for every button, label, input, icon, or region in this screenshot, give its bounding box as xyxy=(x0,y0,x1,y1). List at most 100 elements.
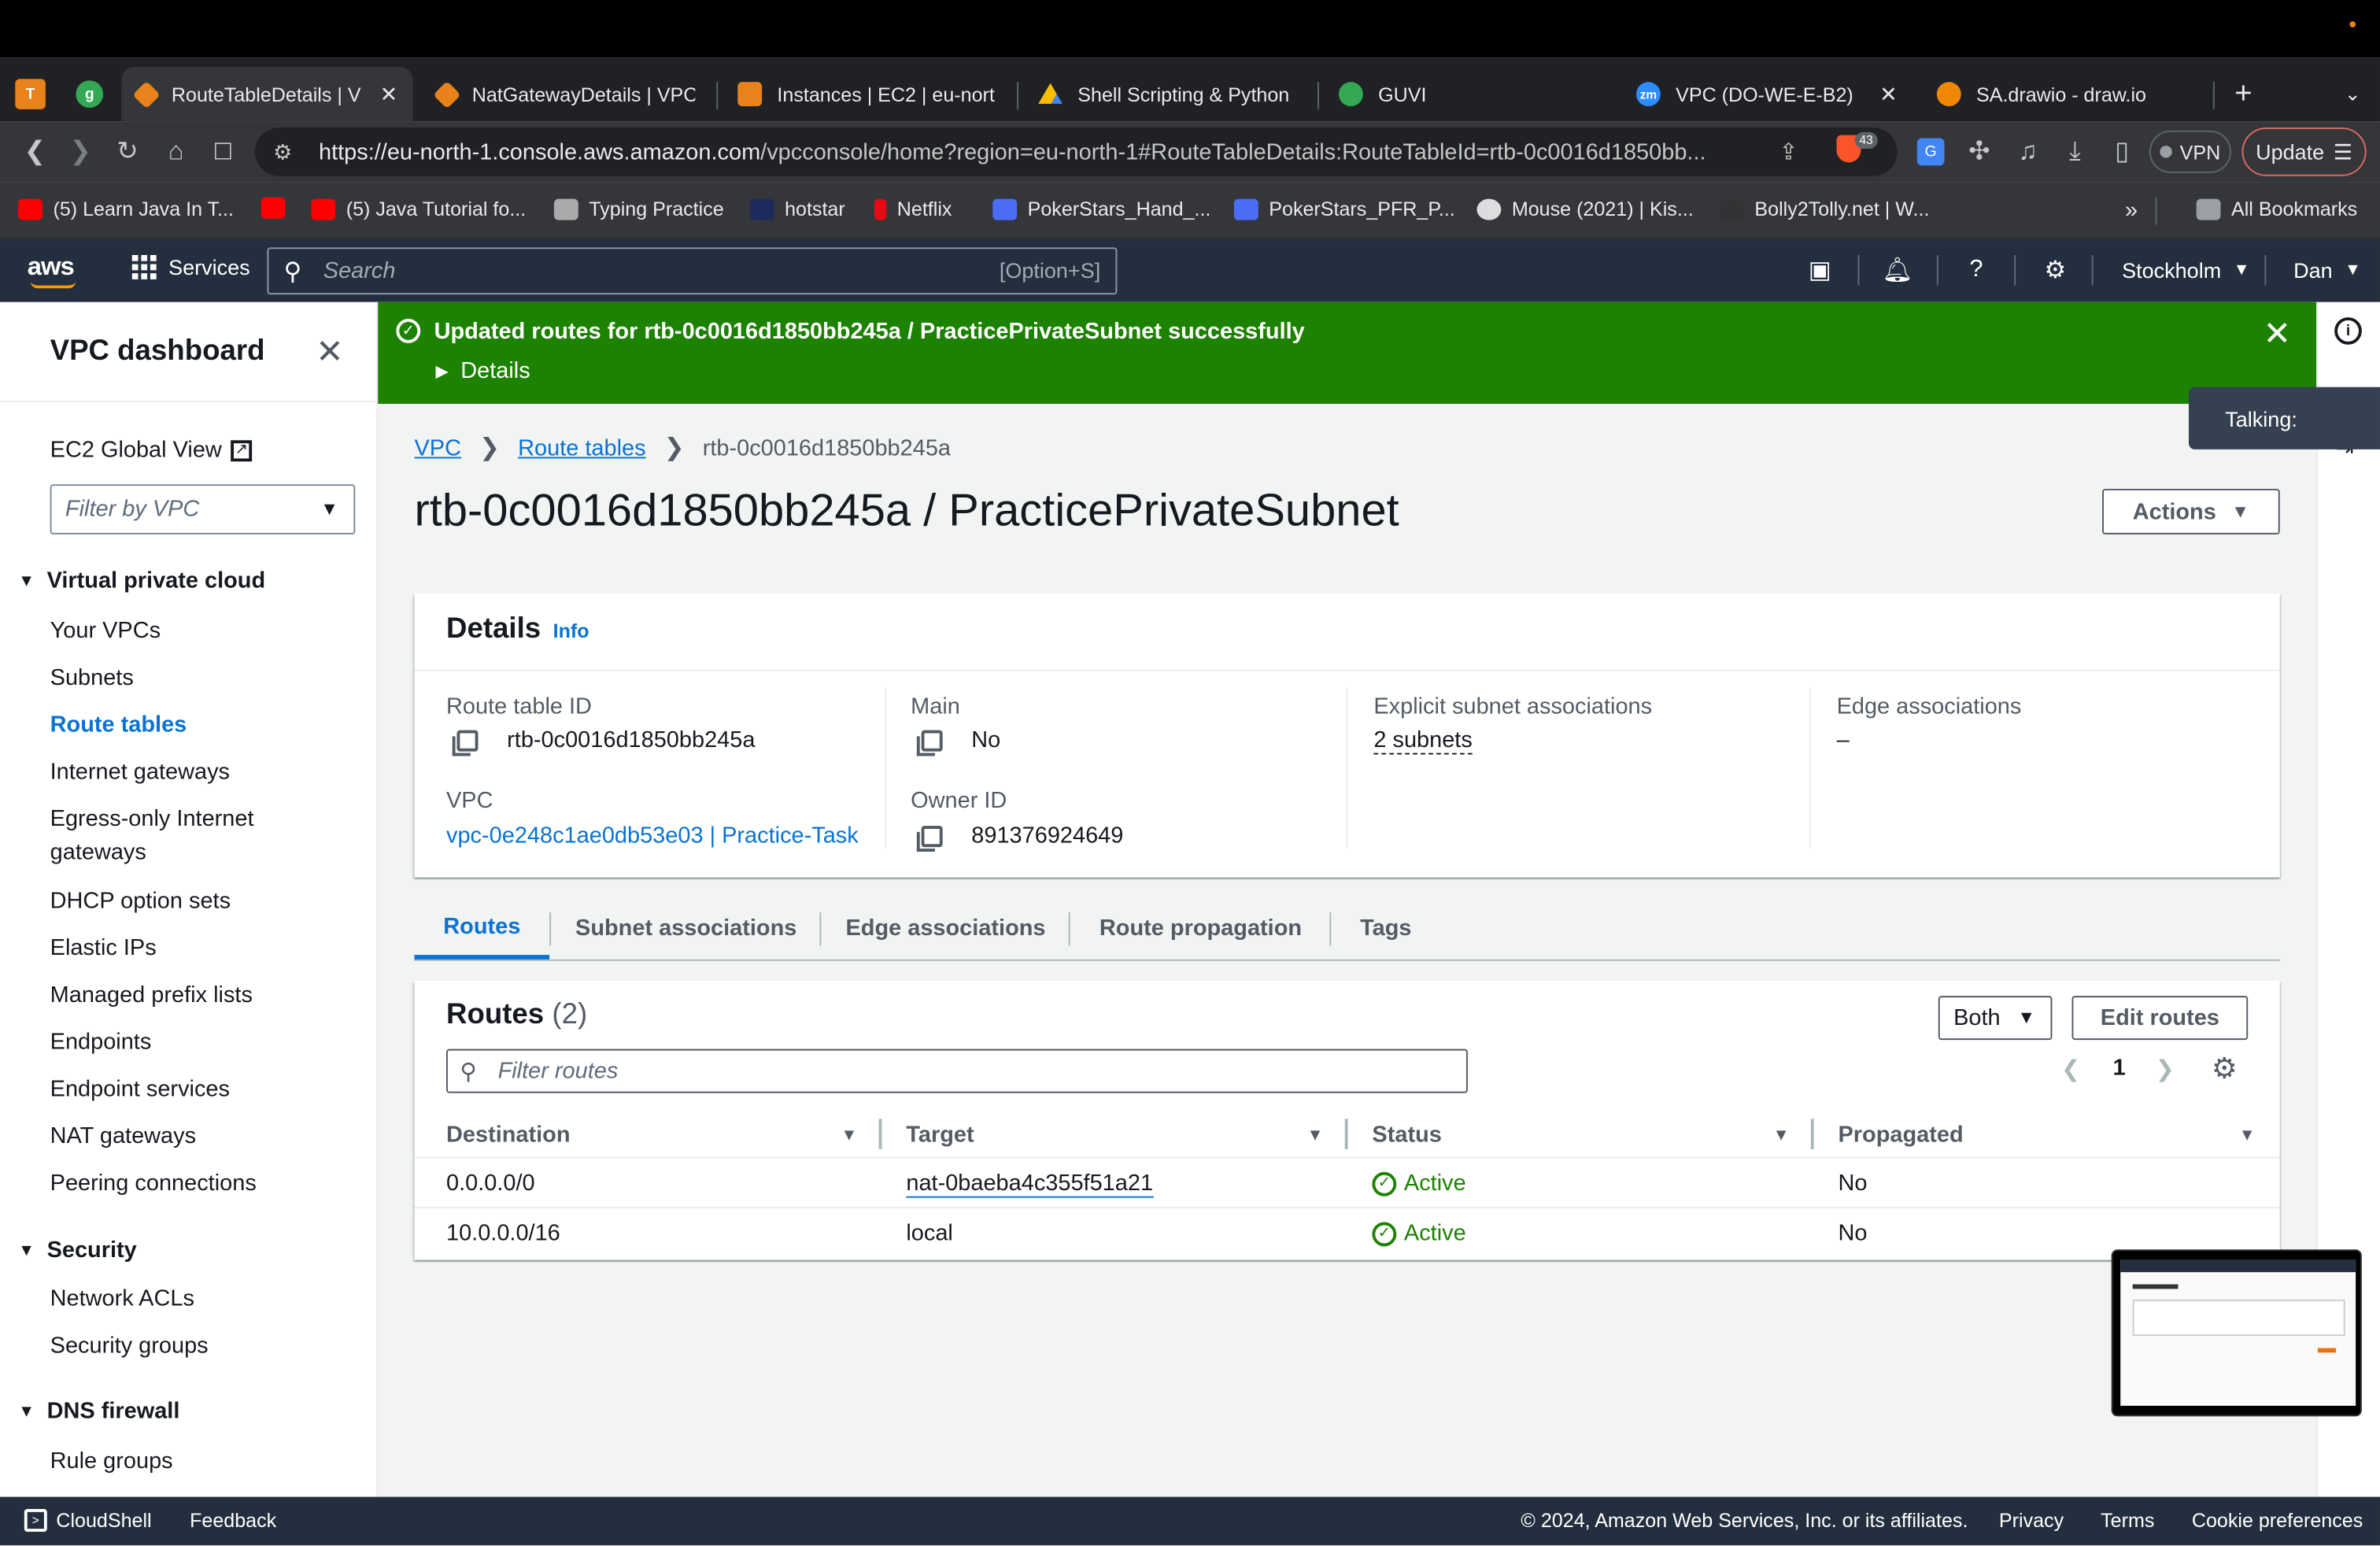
more-bookmarks-icon[interactable]: » xyxy=(2125,198,2138,224)
aws-logo[interactable]: aws xyxy=(28,252,75,283)
sort-caret-down-icon[interactable]: ▼ xyxy=(841,1126,857,1145)
media-icon[interactable]: ♫ xyxy=(2011,135,2044,168)
feedback-link[interactable]: Feedback xyxy=(190,1509,276,1532)
all-bookmarks[interactable]: All Bookmarks xyxy=(2196,198,2357,220)
browser-tab-drawio[interactable]: SA.drawio - draw.io xyxy=(1922,67,2210,121)
sidebar-toggle-icon[interactable]: ▯ xyxy=(2105,135,2138,168)
pinned-tab-g[interactable]: g xyxy=(70,67,109,121)
notifications-bell-icon[interactable]: 🔔︎ xyxy=(1882,255,1913,286)
bookmark-item[interactable]: (5) Learn Java In T... xyxy=(18,198,234,220)
sidebar-section-virtual-private-cloud[interactable]: ▼ Virtual private cloud xyxy=(18,568,265,594)
column-header-status[interactable]: Status xyxy=(1372,1122,1441,1148)
sidebar-item-internet-gateways[interactable]: Internet gateways xyxy=(50,756,230,789)
sidebar-section-dns-firewall[interactable]: ▼ DNS firewall xyxy=(18,1398,179,1424)
bookmark-item[interactable]: PokerStars_PFR_P... xyxy=(1233,198,1455,220)
region-selector[interactable]: Stockholm ▼ xyxy=(2122,258,2249,283)
breadcrumb-vpc[interactable]: VPC xyxy=(414,435,460,461)
browser-tab-instances[interactable]: Instances | EC2 | eu-nort xyxy=(722,67,1011,121)
new-tab-icon[interactable]: + xyxy=(2222,67,2264,121)
browser-tab-natgateway[interactable]: NatGatewayDetails | VPC xyxy=(422,67,710,121)
sidebar-item-subnets[interactable]: Subnets xyxy=(50,662,134,695)
cookie-preferences-link[interactable]: Cookie preferences xyxy=(2192,1509,2363,1532)
close-icon[interactable]: ✕ xyxy=(2263,314,2291,353)
sidebar-title[interactable]: VPC dashboard xyxy=(50,335,265,368)
browser-tab-shell-scripting[interactable]: Shell Scripting & Python xyxy=(1023,67,1311,121)
copy-icon[interactable] xyxy=(452,729,479,756)
settings-gear-icon[interactable]: ⚙ xyxy=(2040,255,2071,286)
vpn-button[interactable]: VPN xyxy=(2149,130,2231,173)
sidebar-item-endpoints[interactable]: Endpoints xyxy=(50,1026,152,1060)
bookmark-item[interactable]: (5) Java Tutorial fo... xyxy=(311,198,526,220)
browser-tab-zoom-vpc[interactable]: zm VPC (DO-WE-E-B2) ✕ xyxy=(1621,67,1913,121)
close-icon[interactable]: ✕ xyxy=(368,81,398,107)
pinned-tab-t[interactable]: T xyxy=(9,67,52,121)
download-icon[interactable]: ⤓ xyxy=(2058,135,2091,168)
terms-link[interactable]: Terms xyxy=(2101,1509,2154,1532)
browser-tab-routetabledetails[interactable]: RouteTableDetails | V ✕ xyxy=(121,66,413,122)
column-header-target[interactable]: Target xyxy=(906,1122,974,1148)
address-bar[interactable]: ⚙ https://eu-north-1.console.aws.amazon.… xyxy=(254,127,1898,176)
search-input[interactable]: ⚲ Search [Option+S] xyxy=(267,247,1118,295)
filter-routes-input[interactable]: ⚲ Filter routes xyxy=(445,1049,1468,1093)
filter-by-vpc-select[interactable]: Filter by VPC ▼ xyxy=(50,484,356,534)
tab-tags[interactable]: Tags xyxy=(1332,897,1439,960)
edit-routes-button[interactable]: Edit routes xyxy=(2071,996,2249,1041)
column-resizer[interactable] xyxy=(1344,1119,1348,1149)
sidebar-item-nat-gateways[interactable]: NAT gateways xyxy=(50,1120,196,1153)
sidebar-item-security-groups[interactable]: Security groups xyxy=(50,1330,209,1363)
sidebar-item-ec2-global-view[interactable]: EC2 Global View ↗ xyxy=(50,435,253,468)
sidebar-item-egress-only-internet-gateways[interactable]: Egress-only Internet gateways xyxy=(50,803,309,870)
flash-details-toggle[interactable]: ▶ Details xyxy=(435,358,530,384)
sidebar-item-your-vpcs[interactable]: Your VPCs xyxy=(50,615,161,648)
sidebar-item-peering-connections[interactable]: Peering connections xyxy=(50,1167,257,1200)
column-resizer[interactable] xyxy=(878,1119,882,1149)
update-button[interactable]: Update ☰ xyxy=(2241,127,2367,176)
breadcrumb-route-tables[interactable]: Route tables xyxy=(518,435,645,461)
tab-list-chevron-icon[interactable]: ⌄ xyxy=(2331,67,2374,121)
actions-button[interactable]: Actions ▼ xyxy=(2102,488,2280,534)
bookmark-item[interactable]: hotstar xyxy=(749,198,845,220)
sidebar-item-endpoint-services[interactable]: Endpoint services xyxy=(50,1073,230,1106)
help-icon[interactable]: ? xyxy=(1961,255,1992,286)
sidebar-item-managed-prefix-lists[interactable]: Managed prefix lists xyxy=(50,979,253,1012)
services-menu-button[interactable]: Services xyxy=(131,254,250,279)
column-header-destination[interactable]: Destination xyxy=(446,1122,571,1148)
bookmark-item[interactable]: PokerStars_Hand_... xyxy=(992,198,1210,220)
route-filter-select[interactable]: Both ▼ xyxy=(1938,996,2053,1041)
extensions-icon[interactable]: ✣ xyxy=(1963,135,1996,168)
table-settings-gear-icon[interactable]: ⚙ xyxy=(2212,1052,2238,1086)
sort-caret-down-icon[interactable]: ▼ xyxy=(1773,1126,1790,1145)
reload-icon[interactable]: ↻ xyxy=(111,135,144,168)
explicit-subnet-associations-value[interactable]: 2 subnets xyxy=(1373,727,1473,755)
column-header-propagated[interactable]: Propagated xyxy=(1838,1122,1963,1148)
bookmark-item[interactable]: Typing Practice xyxy=(553,198,724,220)
close-icon[interactable]: ✕ xyxy=(316,332,344,372)
google-translate-icon[interactable]: G xyxy=(1916,138,1945,166)
forward-arrow-icon[interactable]: ❯ xyxy=(64,135,97,168)
tab-route-propagation[interactable]: Route propagation xyxy=(1072,897,1330,960)
tab-edge-associations[interactable]: Edge associations xyxy=(822,897,1068,960)
close-icon[interactable]: ✕ xyxy=(1868,81,1898,107)
copy-icon[interactable] xyxy=(916,729,943,756)
cloudshell-link[interactable]: > CloudShell xyxy=(24,1508,152,1532)
bookmark-item[interactable]: Bolly2Tolly.net | W... xyxy=(1720,198,1929,220)
page-number[interactable]: 1 xyxy=(2113,1055,2126,1081)
sidebar-item-elastic-ips[interactable]: Elastic IPs xyxy=(50,932,157,965)
sidebar-item-network-acls[interactable]: Network ACLs xyxy=(50,1283,194,1316)
route-target-link[interactable]: nat-0baeba4c355f51a21 xyxy=(906,1171,1154,1198)
home-icon[interactable]: ⌂ xyxy=(159,135,192,168)
tab-routes[interactable]: Routes xyxy=(414,897,550,960)
bookmark-item[interactable]: Mouse (2021) | Kis... xyxy=(1476,198,1694,220)
share-icon[interactable]: ⇪ xyxy=(1779,138,1798,165)
sort-caret-down-icon[interactable]: ▼ xyxy=(1306,1126,1323,1145)
sidebar-section-security[interactable]: ▼ Security xyxy=(18,1237,137,1263)
previous-page-icon[interactable]: ❮ xyxy=(2061,1055,2080,1082)
tab-subnet-associations[interactable]: Subnet associations xyxy=(552,897,819,960)
zoom-share-preview[interactable] xyxy=(2111,1249,2362,1417)
site-settings-icon[interactable]: ⚙ xyxy=(273,139,292,165)
account-menu[interactable]: Dan ▼ xyxy=(2293,258,2361,283)
column-resizer[interactable] xyxy=(1810,1119,1814,1149)
bookmark-item[interactable] xyxy=(261,197,296,219)
sidebar-item-rule-groups[interactable]: Rule groups xyxy=(50,1445,173,1478)
vpc-link[interactable]: vpc-0e248c1ae0db53e03 | Practice-Task xyxy=(446,823,859,849)
